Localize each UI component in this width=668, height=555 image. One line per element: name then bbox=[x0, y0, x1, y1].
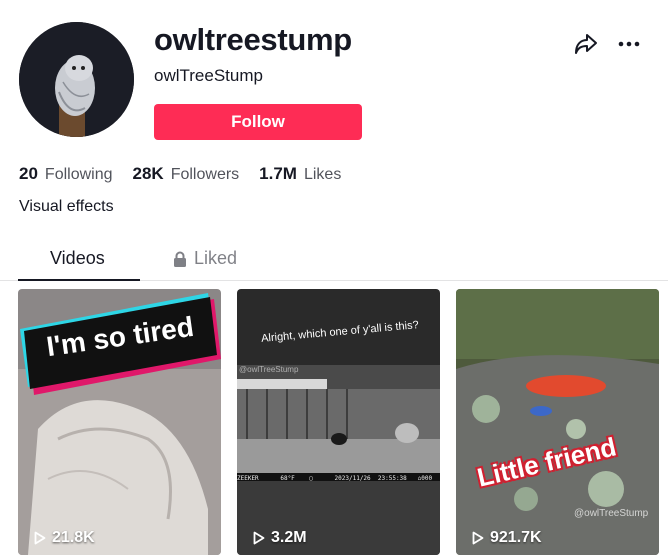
play-icon bbox=[472, 531, 484, 545]
profile-username: owltreestump bbox=[154, 22, 352, 57]
tab-liked[interactable]: Liked bbox=[173, 248, 237, 269]
profile-nickname: owlTreeStump bbox=[154, 66, 263, 85]
profile-stats: 20 Following 28K Followers 1.7M Likes bbox=[19, 164, 361, 184]
tab-liked-label: Liked bbox=[194, 248, 238, 268]
followers-stat[interactable]: 28K Followers bbox=[133, 164, 240, 184]
following-label: Following bbox=[44, 166, 113, 183]
active-tab-indicator bbox=[18, 279, 140, 281]
followers-label: Followers bbox=[170, 166, 240, 183]
play-icon bbox=[34, 531, 46, 545]
profile-tabs: Videos Liked bbox=[0, 244, 668, 281]
following-count: 20 bbox=[19, 164, 38, 183]
video-card[interactable]: I'm so tired 21.8K bbox=[18, 289, 221, 555]
followers-count: 28K bbox=[132, 164, 164, 183]
video-watermark: @owlTreeStump bbox=[239, 365, 299, 374]
view-count-value: 21.8K bbox=[52, 529, 95, 546]
view-count-value: 921.7K bbox=[490, 529, 542, 546]
view-count: 3.2M bbox=[253, 529, 307, 547]
lock-icon bbox=[174, 251, 186, 267]
view-count: 921.7K bbox=[472, 529, 542, 547]
tab-videos[interactable]: Videos bbox=[50, 248, 105, 269]
likes-stat: 1.7M Likes bbox=[259, 164, 341, 184]
video-watermark: @owlTreeStump bbox=[574, 508, 649, 519]
share-icon[interactable] bbox=[573, 32, 599, 56]
more-icon[interactable] bbox=[616, 32, 642, 56]
camera-timestamp: ZEEKER 68°F ▢ 2023/11/26 23:55:38 ⌂000 bbox=[237, 475, 433, 482]
follow-button[interactable]: Follow bbox=[154, 104, 362, 140]
view-count-value: 3.2M bbox=[271, 529, 307, 546]
video-card[interactable]: Alright, which one of y'all is this? @ow… bbox=[237, 289, 440, 555]
likes-label: Likes bbox=[303, 166, 342, 183]
play-icon bbox=[253, 531, 265, 545]
likes-count: 1.7M bbox=[259, 164, 297, 183]
profile-bio: Visual effects bbox=[19, 198, 114, 215]
avatar[interactable] bbox=[19, 22, 134, 137]
tab-videos-label: Videos bbox=[50, 248, 105, 268]
video-card[interactable]: Little friend @owlTreeStump 921.7K bbox=[456, 289, 659, 555]
view-count: 21.8K bbox=[34, 529, 95, 547]
following-stat[interactable]: 20 Following bbox=[19, 164, 113, 184]
